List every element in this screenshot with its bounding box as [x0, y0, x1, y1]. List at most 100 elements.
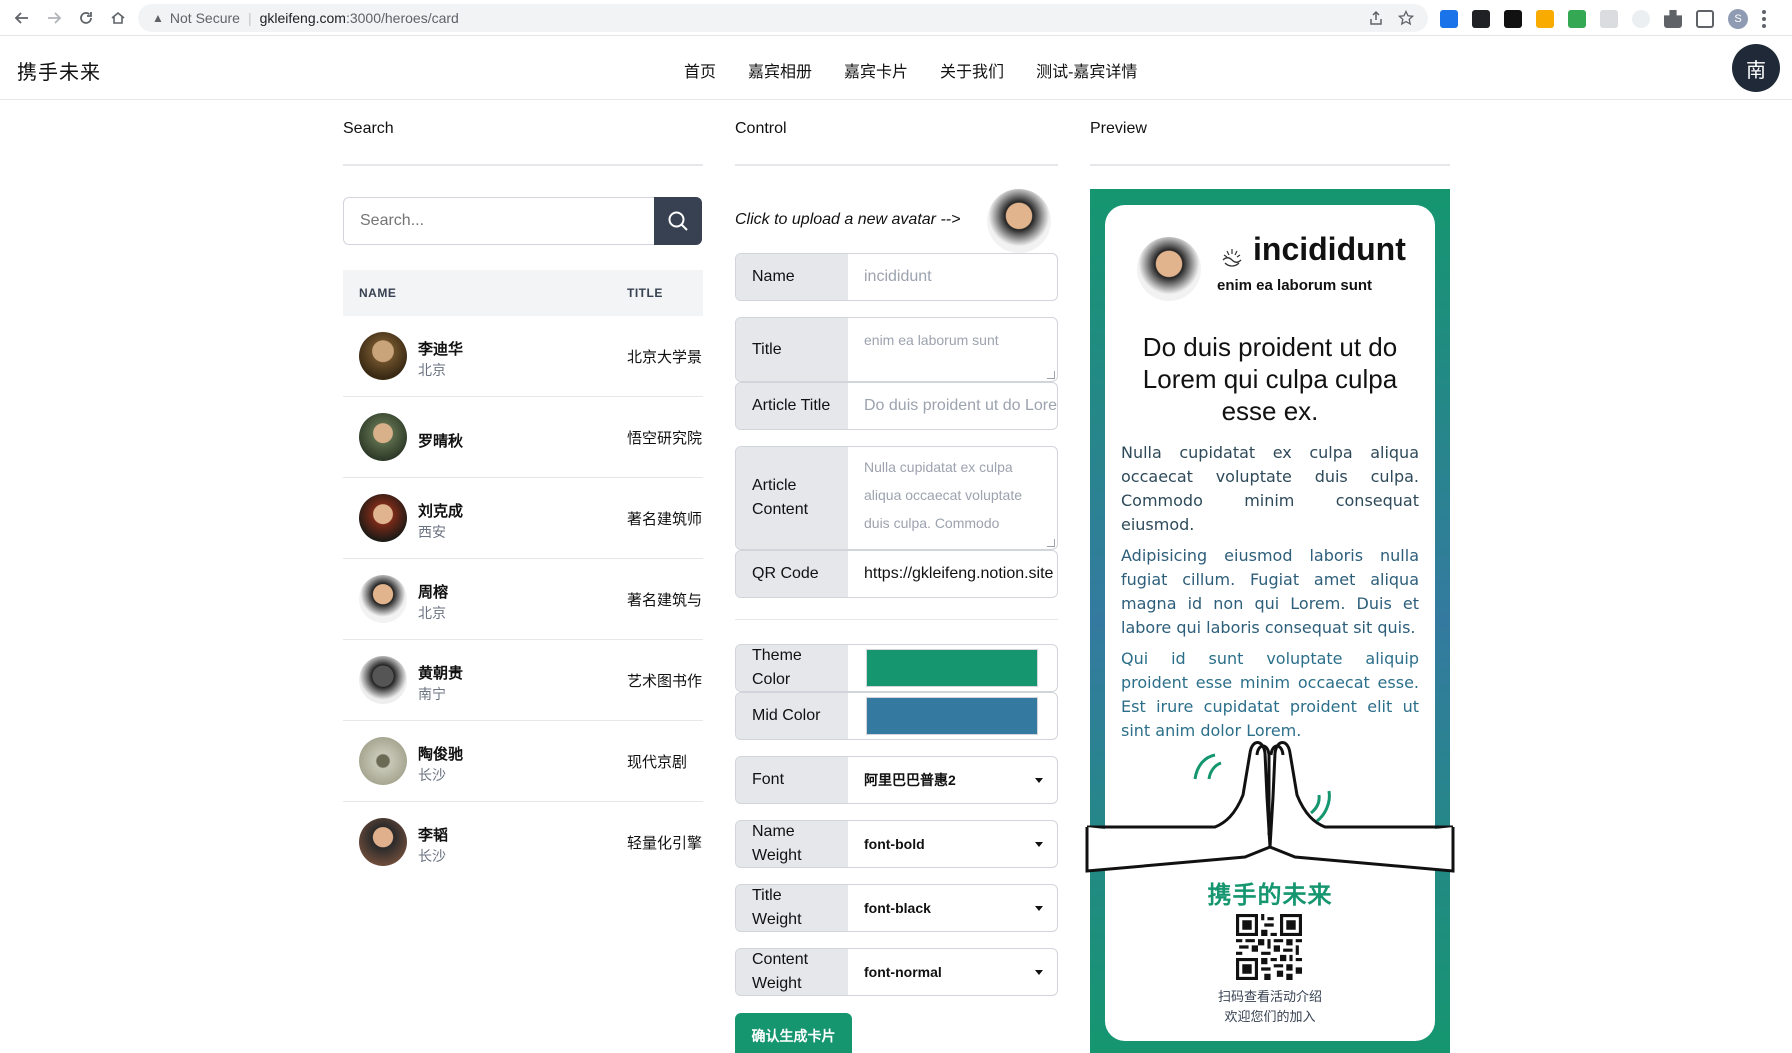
upload-avatar-preview[interactable]	[987, 189, 1051, 253]
extension-game-icon[interactable]	[1504, 10, 1522, 28]
resize-handle[interactable]	[1047, 539, 1055, 547]
qr-input[interactable]: https://gkleifeng.notion.site	[848, 551, 1057, 597]
theme-color-group: Theme Color	[735, 644, 1058, 692]
title-weight-value: font-black	[864, 900, 931, 916]
hero-title: 著名建筑与	[627, 592, 703, 609]
font-select-value: 阿里巴巴普惠2	[864, 772, 956, 788]
back-icon[interactable]	[6, 0, 38, 36]
table-row[interactable]: 罗晴秋 悟空研究院	[343, 397, 703, 478]
card-paragraph: Adipisicing eiusmod laboris nulla fugiat…	[1121, 546, 1419, 637]
mid-color-field	[848, 693, 1057, 739]
address-bar[interactable]: ▲ Not Secure | gkleifeng.com:3000/heroes…	[138, 4, 1428, 32]
article-title-input[interactable]: Do duis proident ut do Lorem qui culpa c…	[848, 383, 1057, 429]
table-row[interactable]: 周榕 北京 著名建筑与	[343, 559, 703, 640]
hero-title: 艺术图书作	[627, 673, 703, 690]
upload-avatar-label: Click to upload a new avatar -->	[735, 211, 961, 228]
chevron-down-icon	[1035, 970, 1043, 975]
article-content-label: Article Content	[736, 447, 848, 549]
praying-hands-icon	[1085, 741, 1455, 873]
site-brand[interactable]: 携手未来	[17, 56, 101, 85]
security-label: Not Secure	[169, 10, 240, 26]
mid-color-group: Mid Color	[735, 692, 1058, 740]
content-weight-label: Content Weight	[736, 949, 848, 995]
name-weight-label: Name Weight	[736, 821, 848, 867]
puzzle-icon[interactable]	[1664, 10, 1682, 28]
extension-notion-icon[interactable]	[1472, 10, 1490, 28]
qr-label: QR Code	[736, 551, 848, 597]
hero-name: 罗晴秋	[418, 433, 464, 450]
extension-w-icon[interactable]	[1536, 10, 1554, 28]
chevron-down-icon	[1035, 778, 1043, 783]
resize-handle[interactable]	[1047, 371, 1055, 379]
card-paragraph: Qui id sunt voluptate aliquip proident e…	[1121, 649, 1419, 740]
search-section-title: Search	[343, 120, 394, 137]
hero-city: 长沙	[418, 848, 446, 864]
name-input[interactable]: incididunt	[848, 254, 1057, 300]
name-weight-select[interactable]: font-bold	[848, 821, 1057, 867]
extension-print-icon[interactable]	[1568, 10, 1586, 28]
nav-about[interactable]: 关于我们	[940, 58, 1004, 82]
search-divider	[343, 164, 703, 166]
title-weight-select[interactable]: font-black	[848, 885, 1057, 931]
nav-cards[interactable]: 嘉宾卡片	[844, 58, 908, 82]
hero-city: 北京	[418, 362, 446, 378]
hero-table: NAME TITLE 李迪华 北京 北京大学景 罗晴秋 悟空研究院 刘克成 西安…	[343, 270, 703, 883]
content-weight-group: Content Weight font-normal	[735, 948, 1058, 996]
column-header-name: NAME	[359, 286, 397, 300]
control-section-title: Control	[735, 120, 787, 137]
hero-name: 周榕	[418, 584, 449, 601]
hero-city: 南宁	[418, 686, 446, 702]
forward-icon[interactable]	[38, 0, 70, 36]
article-content-textarea[interactable]: Nulla cupidatat ex culpa aliqua occaecat…	[848, 447, 1057, 549]
card-avatar	[1137, 237, 1201, 301]
generate-card-button[interactable]: 确认生成卡片	[735, 1013, 852, 1053]
theme-color-picker[interactable]	[866, 649, 1038, 687]
title-textarea-text: enim ea laborum sunt	[864, 332, 999, 348]
name-field-group: Name incididunt	[735, 253, 1058, 301]
table-row[interactable]: 李韬 长沙 轻量化引擎	[343, 802, 703, 883]
browser-profile-avatar[interactable]: S	[1728, 9, 1748, 29]
table-header: NAME TITLE	[343, 270, 703, 316]
nav-test-detail[interactable]: 测试-嘉宾详情	[1036, 58, 1137, 82]
article-content-text: Nulla cupidatat ex culpa aliqua occaecat…	[864, 459, 1022, 531]
browser-menu-icon[interactable]	[1762, 10, 1766, 28]
share-icon[interactable]	[1368, 10, 1384, 29]
avatar-upload[interactable]: Click to upload a new avatar -->	[735, 189, 1058, 253]
mid-color-picker[interactable]	[866, 697, 1038, 735]
url-path: :3000/heroes/card	[345, 10, 459, 26]
sidebar-toggle-icon[interactable]	[1696, 10, 1714, 28]
user-avatar[interactable]: 南	[1732, 44, 1780, 92]
content-weight-select[interactable]: font-normal	[848, 949, 1057, 995]
column-header-title: TITLE	[627, 286, 663, 300]
title-field-group: Title enim ea laborum sunt	[735, 317, 1058, 382]
qr-caption-line-1: 扫码查看活动介绍	[1217, 989, 1322, 1004]
hero-city: 长沙	[418, 767, 446, 783]
search-button[interactable]	[654, 197, 702, 245]
table-row[interactable]: 陶俊驰 长沙 现代京剧	[343, 721, 703, 802]
home-icon[interactable]	[102, 0, 134, 36]
bookmark-star-icon[interactable]	[1397, 9, 1415, 29]
hero-avatar	[359, 656, 407, 704]
extension-download-icon[interactable]	[1440, 10, 1458, 28]
extension-note-icon[interactable]	[1600, 10, 1618, 28]
theme-color-field	[848, 645, 1057, 691]
table-row[interactable]: 刘克成 西安 著名建筑师	[343, 478, 703, 559]
nav-home[interactable]: 首页	[684, 58, 716, 82]
hero-title: 现代京剧	[627, 754, 688, 771]
hero-avatar	[359, 575, 407, 623]
card-name: incididunt	[1253, 231, 1406, 267]
search-input[interactable]	[343, 197, 654, 245]
search-icon	[668, 211, 688, 231]
search-bar	[343, 197, 702, 245]
article-title-label: Article Title	[736, 383, 848, 429]
extension-circle-icon[interactable]	[1632, 10, 1650, 28]
hero-name: 李迪华	[418, 341, 464, 358]
mid-color-label: Mid Color	[736, 693, 848, 739]
reload-icon[interactable]	[70, 0, 102, 36]
nav-album[interactable]: 嘉宾相册	[748, 58, 812, 82]
font-select[interactable]: 阿里巴巴普惠2	[848, 757, 1057, 803]
table-row[interactable]: 黄朝贵 南宁 艺术图书作	[343, 640, 703, 721]
hero-city: 西安	[418, 524, 446, 540]
title-textarea[interactable]: enim ea laborum sunt	[848, 318, 1057, 381]
table-row[interactable]: 李迪华 北京 北京大学景	[343, 316, 703, 397]
